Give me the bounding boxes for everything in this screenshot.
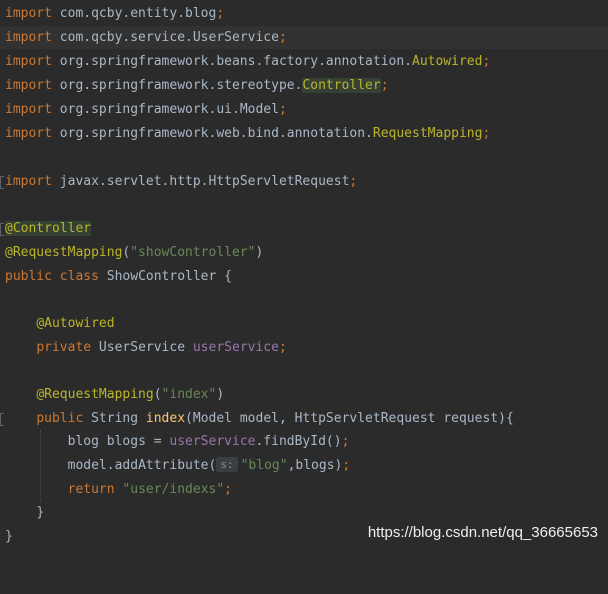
code-line-current[interactable]: import com.qcby.service.UserService;: [0, 26, 608, 49]
fold-marker-icon[interactable]: [0, 223, 4, 236]
fold-marker-icon[interactable]: [0, 413, 4, 426]
code-line[interactable]: }: [0, 501, 608, 524]
watermark: https://blog.csdn.net/qq_36665653: [367, 524, 598, 541]
code-line[interactable]: import javax.servlet.http.HttpServletReq…: [0, 170, 608, 193]
code-line[interactable]: private UserService userService;: [0, 336, 608, 359]
code-line[interactable]: import org.springframework.stereotype.Co…: [0, 74, 608, 97]
highlighted-usage: Controller: [302, 78, 381, 93]
code-line[interactable]: import org.springframework.ui.Model;: [0, 98, 608, 121]
code-line[interactable]: blog blogs = userService.findById();: [0, 430, 608, 453]
annotation: @Controller: [5, 221, 92, 236]
code-line[interactable]: return "user/indexs";: [0, 478, 608, 501]
code-line[interactable]: @Controller: [0, 217, 608, 240]
code-line[interactable]: @RequestMapping("index"): [0, 383, 608, 406]
code-line[interactable]: @Autowired: [0, 312, 608, 335]
code-line[interactable]: public String index(Model model, HttpSer…: [0, 407, 608, 430]
code-line[interactable]: import com.qcby.entity.blog;: [0, 2, 608, 25]
code-line[interactable]: @RequestMapping("showController"): [0, 241, 608, 264]
code-line[interactable]: model.addAttribute(s: "blog",blogs);: [0, 454, 608, 477]
keyword: import: [5, 6, 52, 21]
parameter-hint: s:: [216, 457, 238, 472]
code-line[interactable]: import org.springframework.web.bind.anno…: [0, 122, 608, 145]
fold-marker-icon[interactable]: [0, 176, 4, 189]
code-editor[interactable]: import com.qcby.entity.blog; import com.…: [0, 0, 608, 551]
code-line[interactable]: public class ShowController {: [0, 265, 608, 288]
code-line[interactable]: import org.springframework.beans.factory…: [0, 50, 608, 73]
